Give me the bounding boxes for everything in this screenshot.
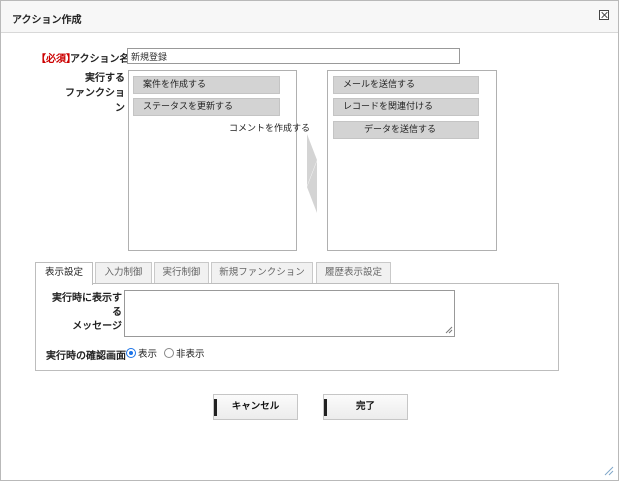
action-create-dialog: アクション作成 【必須】 アクション名 実行する ファンクション 案件を作成する… <box>0 0 619 481</box>
dialog-titlebar[interactable]: アクション作成 <box>1 1 618 33</box>
function-item-send-mail[interactable]: メールを送信する <box>333 76 479 94</box>
confirm-screen-label: 実行時の確認画面 <box>46 351 126 362</box>
function-item-create-case[interactable]: 案件を作成する <box>133 76 280 94</box>
radio-show-label[interactable]: 表示 <box>138 346 157 360</box>
dialog-resize-icon[interactable] <box>604 466 614 476</box>
function-item-update-status[interactable]: ステータスを更新する <box>133 98 280 116</box>
tab-execution-control[interactable]: 実行制御 <box>154 262 209 284</box>
radio-hide[interactable] <box>164 348 175 358</box>
tab-new-function[interactable]: 新規ファンクション <box>211 262 313 284</box>
functions-label-line1: 実行する <box>85 73 125 84</box>
tab-history-display[interactable]: 履歴表示設定 <box>316 262 391 284</box>
message-label-line2: メッセージ <box>72 321 122 332</box>
action-name-label: アクション名 <box>70 54 130 65</box>
cancel-button[interactable]: キャンセル <box>213 394 298 420</box>
functions-label-line2: ファンクション <box>65 88 125 114</box>
resize-grip-icon[interactable] <box>445 326 453 334</box>
action-name-input[interactable] <box>127 48 460 64</box>
radio-hide-label[interactable]: 非表示 <box>176 346 205 360</box>
functions-label: 実行する ファンクション <box>57 71 125 116</box>
function-item-link-record[interactable]: レコードを関連付ける <box>333 98 479 116</box>
message-label: 実行時に表示する メッセージ <box>46 292 122 334</box>
message-label-line1: 実行時に表示する <box>52 293 122 318</box>
move-left-arrow-icon[interactable] <box>307 161 317 213</box>
confirm-screen-radio-group: 表示 非表示 <box>126 346 212 360</box>
done-button[interactable]: 完了 <box>323 394 408 420</box>
message-textarea[interactable] <box>124 290 455 337</box>
radio-show[interactable] <box>126 348 136 358</box>
tab-input-control[interactable]: 入力制御 <box>95 262 152 284</box>
tab-display-settings[interactable]: 表示設定 <box>35 262 93 285</box>
close-icon[interactable] <box>599 10 609 20</box>
dialog-title: アクション作成 <box>12 15 82 26</box>
dragging-function-item[interactable]: コメントを作成する <box>222 121 368 139</box>
